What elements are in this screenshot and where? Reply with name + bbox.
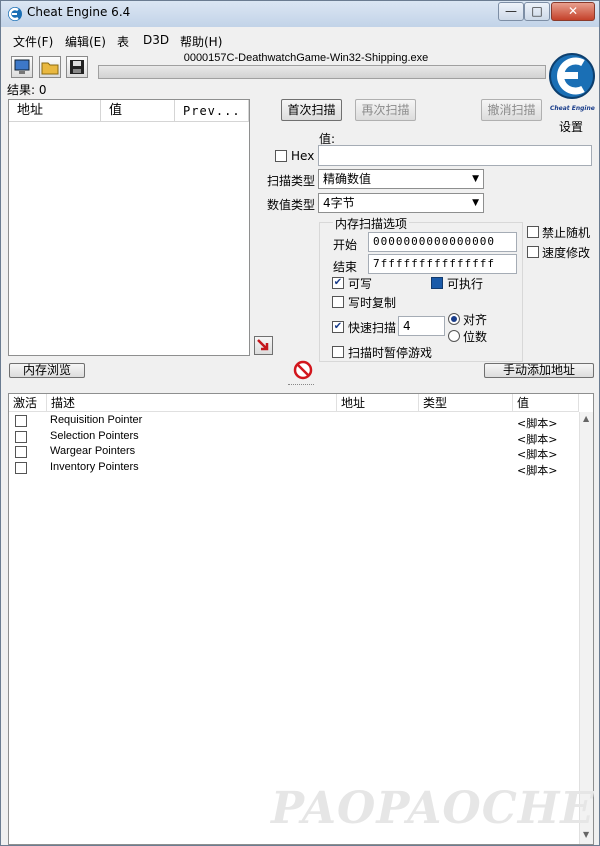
vertical-scrollbar[interactable]: ▲ ▼ — [579, 412, 593, 844]
writable-label: 可写 — [348, 277, 373, 291]
no-random-checkbox[interactable] — [527, 226, 539, 238]
radio-selected-dot — [451, 316, 457, 322]
scan-type-label: 扫描类型 — [267, 174, 316, 188]
pause-game-label: 扫描时暂停游戏 — [348, 346, 433, 360]
floppy-disk-icon — [70, 60, 84, 74]
results-count: 结果: 0 — [7, 83, 47, 97]
align-radio[interactable] — [448, 313, 460, 325]
hex-checkbox[interactable] — [275, 150, 287, 162]
last-digits-label: 位数 — [463, 330, 488, 344]
open-process-button[interactable] — [11, 56, 33, 78]
settings-link[interactable]: 设置 — [559, 118, 583, 135]
scan-type-value: 精确数值 — [323, 172, 372, 186]
fast-scan-alignment-input[interactable]: 4 — [398, 316, 445, 336]
first-scan-button[interactable]: 首次扫描 — [281, 99, 342, 121]
column-value[interactable]: 值 — [513, 394, 579, 412]
found-addresses-list[interactable]: 地址 值 Prev... — [8, 99, 250, 356]
writable-checkbox[interactable]: ✔ — [332, 277, 344, 289]
logo-text: Cheat Engine — [550, 105, 595, 112]
save-button[interactable] — [66, 56, 88, 78]
window-title: Cheat Engine 6.4 — [27, 5, 131, 19]
process-name: 0000157C-DeathwatchGame-Win32-Shipping.e… — [183, 52, 429, 64]
row-description: Inventory Pointers — [50, 461, 139, 473]
folder-icon — [41, 62, 59, 75]
minimize-button[interactable]: — — [498, 2, 524, 21]
last-digits-radio[interactable] — [448, 330, 460, 342]
copy-on-write-label: 写时复制 — [348, 296, 397, 310]
column-type[interactable]: 类型 — [419, 394, 513, 412]
value-type-select[interactable]: 4字节 ▼ — [318, 193, 484, 213]
title-bar: Cheat Engine 6.4 — □ ✕ — [1, 1, 599, 27]
start-address-input[interactable]: 0000000000000000 — [368, 232, 517, 252]
table-row[interactable]: Requisition Pointer <脚本> — [9, 413, 579, 430]
executable-checkbox[interactable] — [431, 277, 443, 289]
close-button[interactable]: ✕ — [551, 2, 595, 21]
column-address[interactable]: 地址 — [9, 100, 101, 122]
stop-button[interactable] — [293, 360, 313, 380]
cheat-table[interactable]: 激活 描述 地址 类型 值 Requisition Pointer <脚本> S… — [8, 393, 594, 845]
start-address-label: 开始 — [333, 238, 358, 252]
active-checkbox[interactable] — [15, 431, 27, 443]
menu-bar: 文件(F) 编辑(E) 表 D3D 帮助(H) — [1, 31, 599, 51]
menu-table[interactable]: 表 — [117, 33, 129, 50]
scan-value-input[interactable] — [318, 145, 592, 166]
splitter-grip-icon — [288, 384, 314, 386]
menu-edit[interactable]: 编辑(E) — [65, 33, 106, 50]
column-previous[interactable]: Prev... — [175, 100, 249, 122]
column-value[interactable]: 值 — [101, 100, 175, 122]
cheat-engine-icon — [8, 7, 22, 21]
value-type-value: 4字节 — [323, 196, 355, 210]
row-description: Wargear Pointers — [50, 445, 136, 457]
scan-progress-bar — [98, 65, 546, 79]
scroll-up-icon[interactable]: ▲ — [583, 414, 589, 423]
active-checkbox[interactable] — [15, 446, 27, 458]
maximize-button[interactable]: □ — [524, 2, 550, 21]
memory-options-title: 内存扫描选项 — [333, 215, 410, 232]
hex-label: Hex — [291, 149, 315, 163]
dropdown-arrow-icon: ▼ — [472, 174, 479, 184]
no-random-label: 禁止随机 — [542, 226, 591, 240]
computer-icon — [14, 59, 30, 74]
row-value: <脚本> — [517, 464, 558, 477]
add-address-manually-button[interactable]: 手动添加地址 — [484, 363, 594, 378]
fast-scan-checkbox[interactable]: ✔ — [332, 321, 344, 333]
end-address-input[interactable]: 7fffffffffffffff — [368, 254, 517, 274]
row-description: Selection Pointers — [50, 430, 139, 442]
main-window: Cheat Engine 6.4 — □ ✕ 文件(F) 编辑(E) 表 D3D… — [0, 0, 600, 846]
scan-type-select[interactable]: 精确数值 ▼ — [318, 169, 484, 189]
pause-game-checkbox[interactable] — [332, 346, 344, 358]
column-active[interactable]: 激活 — [9, 394, 47, 412]
menu-help[interactable]: 帮助(H) — [180, 33, 222, 50]
align-label: 对齐 — [463, 313, 488, 327]
row-description: Requisition Pointer — [50, 414, 143, 426]
column-address[interactable]: 地址 — [337, 394, 419, 412]
active-checkbox[interactable] — [15, 415, 27, 427]
table-row[interactable]: Wargear Pointers <脚本> — [9, 444, 579, 461]
value-type-label: 数值类型 — [267, 198, 316, 212]
panel-splitter[interactable] — [1, 381, 599, 389]
menu-file[interactable]: 文件(F) — [13, 33, 53, 50]
memory-view-button[interactable]: 内存浏览 — [9, 363, 85, 378]
cheat-engine-logo[interactable]: Cheat Engine — [548, 49, 596, 119]
menu-d3d[interactable]: D3D — [143, 33, 169, 47]
undo-scan-button[interactable]: 撤消扫描 — [481, 99, 542, 121]
fast-scan-label: 快速扫描 — [348, 321, 397, 335]
table-row[interactable]: Selection Pointers <脚本> — [9, 429, 579, 446]
add-selected-to-list-button[interactable] — [254, 336, 273, 355]
dropdown-arrow-icon: ▼ — [472, 198, 479, 208]
copy-on-write-checkbox[interactable] — [332, 296, 344, 308]
table-row[interactable]: Inventory Pointers <脚本> — [9, 460, 579, 477]
next-scan-button[interactable]: 再次扫描 — [355, 99, 416, 121]
end-address-label: 结束 — [333, 260, 358, 274]
column-description[interactable]: 描述 — [47, 394, 337, 412]
speedhack-label: 速度修改 — [542, 246, 591, 260]
speedhack-checkbox[interactable] — [527, 246, 539, 258]
executable-label: 可执行 — [447, 277, 484, 291]
open-file-button[interactable] — [39, 56, 61, 78]
stop-icon — [293, 360, 313, 380]
active-checkbox[interactable] — [15, 462, 27, 474]
red-arrow-icon — [257, 339, 269, 351]
watermark: PAOPAOCHE — [271, 783, 595, 834]
